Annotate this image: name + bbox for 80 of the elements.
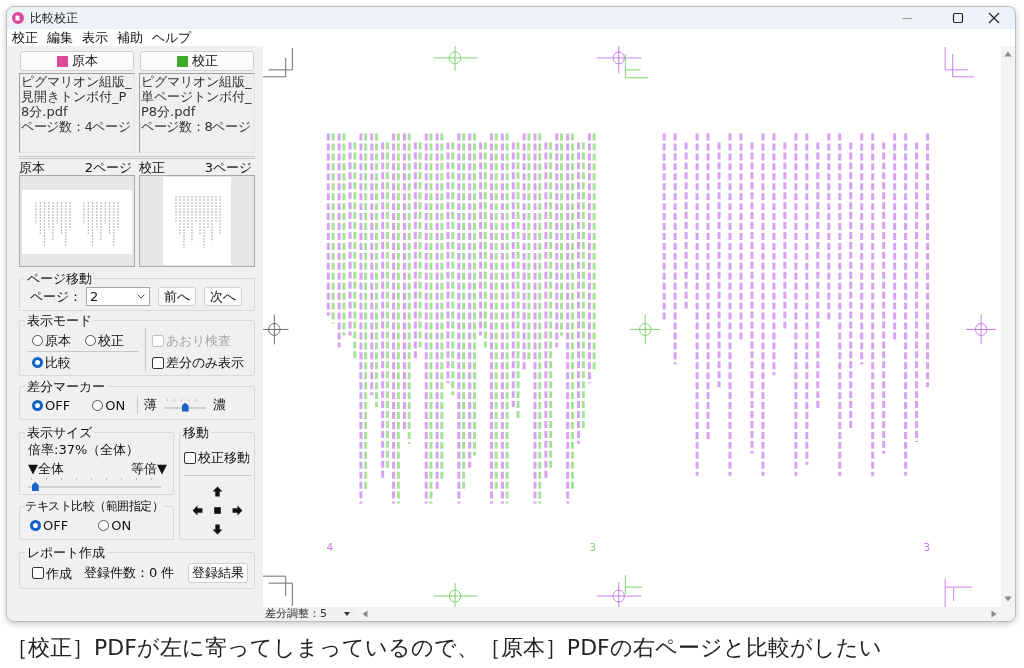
crosshair-icon <box>629 314 661 345</box>
scroll-down-icon[interactable] <box>1004 596 1012 602</box>
page-count: ページ数：8ページ <box>141 119 251 134</box>
nav-button[interactable]: 前へ <box>158 287 196 306</box>
group-title: 差分マーカー <box>26 379 106 394</box>
corner-mark-icon <box>944 46 975 78</box>
radio-option[interactable]: ON <box>92 397 126 413</box>
group-title: 表示サイズ <box>26 425 93 440</box>
corner-mark-icon <box>624 574 643 595</box>
page-number: 3 <box>923 541 930 555</box>
caption: ［校正］PDFが左に寄ってしまっているので、［原本］PDFの右ページと比較がしたい <box>6 634 883 662</box>
file-name: ピグマリオン組版_単ページトンボ付_P8分.pdf <box>141 74 253 119</box>
thumbnail-page: 3ページ <box>204 160 252 175</box>
scroll-left-icon[interactable] <box>362 610 368 618</box>
slider-thumb[interactable] <box>181 402 189 412</box>
menu-item[interactable]: 補助 <box>117 29 143 46</box>
slider-track[interactable] <box>28 478 161 491</box>
caret-icon <box>344 612 350 616</box>
slider-max-label: 等倍▼ <box>131 461 167 476</box>
checkbox-option[interactable]: 校正移動 <box>184 450 250 465</box>
crosshair-icon <box>596 46 642 74</box>
results-button[interactable]: 登録結果 <box>188 563 248 583</box>
document-button[interactable]: 原本 <box>20 51 134 71</box>
radio-option[interactable]: 比較 <box>32 355 71 370</box>
thumbnail-page: 2ページ <box>84 160 132 175</box>
caret-icon <box>137 294 145 299</box>
group-title: テキスト比較（範囲指定） <box>24 499 164 514</box>
menu-item[interactable]: 編集 <box>47 29 73 46</box>
crosshair-icon <box>596 581 642 607</box>
group-title: ページ移動 <box>26 271 93 286</box>
document-button[interactable]: 校正 <box>140 51 254 71</box>
nav-button[interactable]: 次へ <box>204 287 242 306</box>
page-thumbnail[interactable] <box>19 175 135 267</box>
radio-option[interactable]: 原本 <box>32 333 71 348</box>
down-arrow-icon[interactable] <box>212 524 223 535</box>
thumbnail-title: 校正 <box>139 160 165 175</box>
file-name: ピグマリオン組版_見開きトンボ付_P8分.pdf <box>21 74 133 119</box>
menu-item[interactable]: 校正 <box>12 29 38 46</box>
right-arrow-icon[interactable] <box>232 505 243 516</box>
radio-option[interactable]: OFF <box>30 518 69 533</box>
page-number: 4 <box>326 541 333 555</box>
crosshair-icon <box>965 314 997 345</box>
vertical-scrollbar[interactable] <box>1001 46 1015 607</box>
page-dropdown[interactable]: 2 <box>86 287 150 306</box>
group-title: レポート作成 <box>26 545 106 560</box>
crosshair-icon <box>263 314 290 345</box>
corner-mark-icon <box>263 47 293 78</box>
left-arrow-icon[interactable] <box>192 505 203 516</box>
group-title: 表示モード <box>26 313 93 328</box>
corner-mark-icon <box>624 53 649 79</box>
radio-option[interactable]: OFF <box>32 397 71 413</box>
page-thumbnail[interactable] <box>139 175 255 267</box>
window-title: 比較校正 <box>30 9 78 27</box>
page-number: 3 <box>589 541 597 555</box>
square-icon[interactable] <box>212 505 223 516</box>
scroll-right-icon[interactable] <box>991 610 997 618</box>
slider-thumb[interactable] <box>31 482 39 491</box>
page-label: ページ： <box>30 287 83 306</box>
checkbox-option[interactable]: 差分のみ表示 <box>152 355 244 370</box>
slider-min-label: ▼全体 <box>28 461 64 476</box>
radio-option[interactable]: 校正 <box>85 333 124 348</box>
group-title: 移動 <box>182 425 210 440</box>
up-arrow-icon[interactable] <box>212 486 223 497</box>
slider-max-label: 濃 <box>213 396 227 414</box>
corner-mark-icon <box>263 575 293 607</box>
corner-mark-icon <box>944 578 974 607</box>
thumbnail-title: 原本 <box>19 160 45 175</box>
menu-item[interactable]: 表示 <box>82 29 108 46</box>
crosshair-icon <box>432 46 479 72</box>
page-count: ページ数：4ページ <box>21 119 131 134</box>
slider-min-label: 薄 <box>144 396 158 414</box>
scroll-up-icon[interactable] <box>1004 51 1012 57</box>
crosshair-icon <box>432 582 479 607</box>
radio-option[interactable]: ON <box>98 518 132 533</box>
menu-item[interactable]: ヘルプ <box>152 29 191 46</box>
registered-count: 登録件数：0 件 <box>84 564 175 582</box>
app-icon <box>12 12 24 24</box>
checkbox-option[interactable]: 作成 <box>32 565 72 581</box>
slider-track[interactable] <box>164 398 207 412</box>
zoom-ratio: 倍率:37%（全体） <box>28 442 141 457</box>
